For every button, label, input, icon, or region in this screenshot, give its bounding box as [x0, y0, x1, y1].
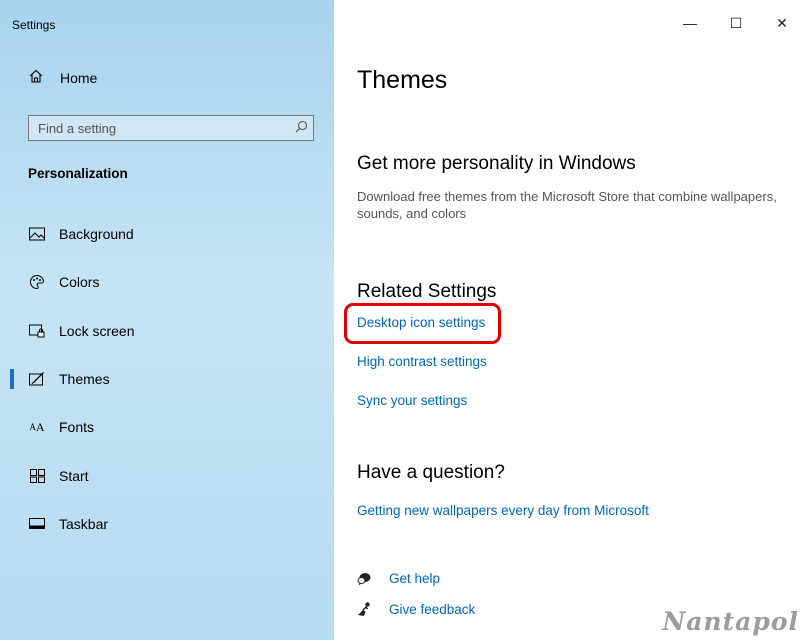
nav-home[interactable]: Home [28, 68, 97, 87]
home-icon [28, 68, 44, 87]
start-icon [28, 468, 46, 483]
sidebar-item-label: Themes [59, 371, 110, 388]
sidebar-item-lock-screen[interactable]: Lock screen [0, 307, 334, 355]
search-input[interactable] [29, 120, 289, 136]
image-icon [28, 227, 46, 241]
high-contrast-settings-link[interactable]: High contrast settings [357, 354, 487, 369]
lock-screen-icon [28, 324, 46, 338]
sidebar-item-label: Fonts [59, 419, 95, 436]
wallpapers-link[interactable]: Getting new wallpapers every day from Mi… [357, 503, 649, 518]
related-settings-heading: Related Settings [357, 281, 497, 302]
sidebar-item-background[interactable]: Background [0, 210, 334, 258]
window-controls: — ☐ ✕ [667, 8, 805, 38]
sidebar: Settings Home Personalization Background… [0, 0, 334, 640]
watermark: Nantapol [662, 607, 799, 636]
page-title: Themes [357, 66, 448, 94]
sidebar-item-themes[interactable]: Themes [0, 355, 334, 403]
app-title: Settings [12, 18, 56, 32]
themes-icon [28, 372, 46, 386]
fonts-icon: AA [29, 419, 45, 434]
sidebar-item-taskbar[interactable]: Taskbar [0, 500, 334, 548]
close-button[interactable]: ✕ [759, 8, 805, 38]
maximize-button[interactable]: ☐ [713, 8, 759, 38]
sidebar-item-start[interactable]: Start [0, 451, 334, 499]
sidebar-item-label: Background [59, 226, 134, 243]
sidebar-item-label: Taskbar [59, 515, 109, 532]
chat-help-icon [357, 572, 371, 586]
palette-icon [28, 274, 46, 290]
search-icon[interactable] [289, 120, 313, 136]
sidebar-item-label: Start [59, 467, 89, 484]
sidebar-item-label: Colors [59, 274, 100, 291]
home-label: Home [60, 69, 98, 86]
sidebar-item-label: Lock screen [59, 322, 135, 339]
taskbar-icon [28, 518, 46, 530]
give-feedback-row[interactable]: Give feedback [357, 602, 475, 617]
sidebar-item-colors[interactable]: Colors [0, 258, 334, 306]
nav-list: Background Colors Lock screen Themes AA … [0, 210, 334, 548]
section-title: Personalization [28, 166, 128, 181]
get-help-link[interactable]: Get help [389, 571, 440, 586]
annotation-highlight-box [344, 303, 501, 344]
sidebar-item-fonts[interactable]: AA Fonts [0, 403, 334, 451]
question-heading: Have a question? [357, 462, 505, 483]
personality-description: Download free themes from the Microsoft … [357, 189, 777, 221]
minimize-button[interactable]: — [667, 8, 713, 38]
give-feedback-link[interactable]: Give feedback [389, 602, 475, 617]
personality-heading: Get more personality in Windows [357, 153, 636, 174]
feedback-icon [357, 602, 371, 617]
search-box[interactable] [28, 115, 314, 141]
sync-settings-link[interactable]: Sync your settings [357, 393, 467, 408]
get-help-row[interactable]: Get help [357, 571, 440, 586]
